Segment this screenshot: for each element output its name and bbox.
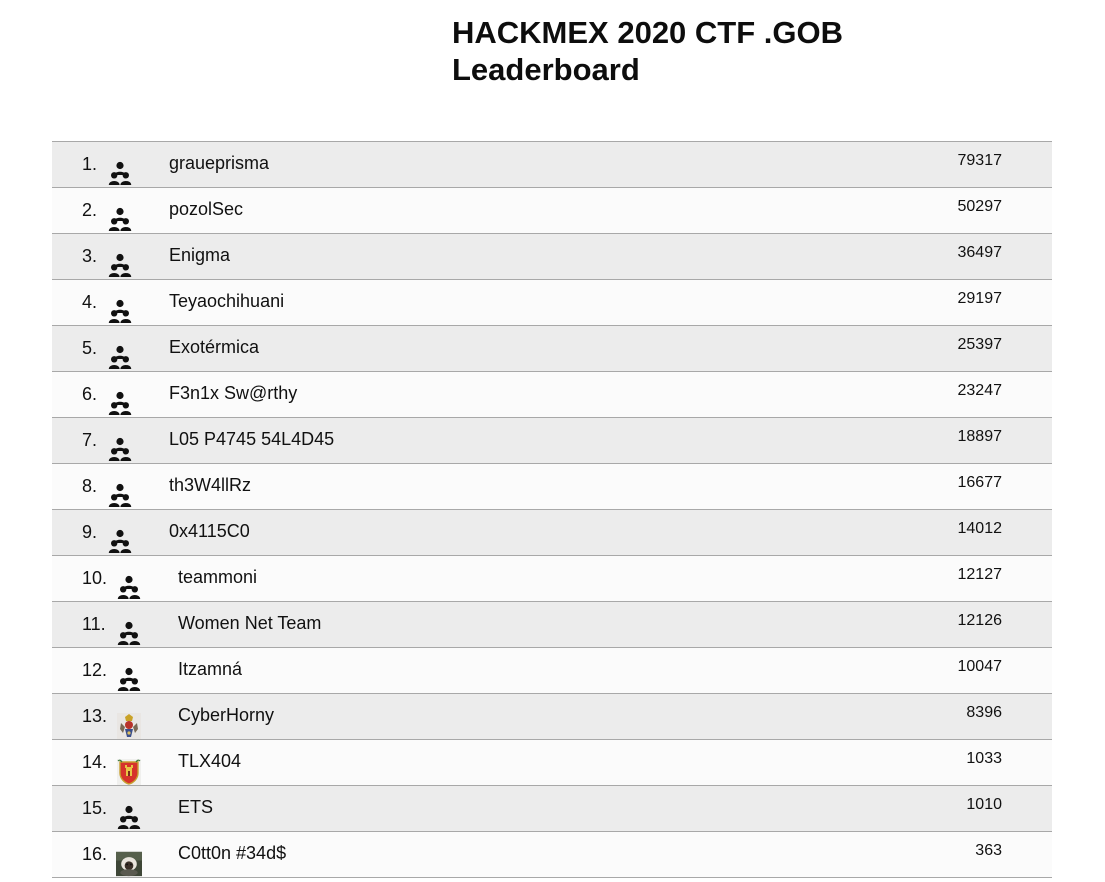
group-icon [107, 391, 133, 417]
team-name[interactable]: Enigma [169, 244, 230, 266]
team-name[interactable]: Itzamná [178, 658, 242, 680]
team-name[interactable]: Women Net Team [178, 612, 321, 634]
team-name[interactable]: CyberHorny [178, 704, 274, 726]
team-score: 23247 [957, 382, 1003, 399]
leaderboard-row: 6. F3n1x Sw@rthy 23247 [52, 372, 1052, 418]
leaderboard-row: 1. graueprisma 79317 [52, 142, 1052, 188]
team-name[interactable]: graueprisma [169, 152, 269, 174]
group-icon [116, 667, 142, 693]
page-title-line-2: Leaderboard [452, 52, 640, 87]
group-icon [116, 575, 142, 601]
leaderboard-row: 3. Enigma 36497 [52, 234, 1052, 280]
leaderboard-row: 10. teammoni 12127 [52, 556, 1052, 602]
team-score: 8396 [966, 704, 1002, 721]
rank-number: 9. [82, 522, 98, 542]
leaderboard-row: 4. Teyaochihuani 29197 [52, 280, 1052, 326]
team-name[interactable]: ETS [178, 796, 213, 818]
team-score: 36497 [957, 244, 1003, 261]
team-score: 16677 [957, 474, 1003, 491]
team-score: 18897 [957, 428, 1003, 445]
rank-number: 16. [82, 844, 108, 864]
rank-number: 2. [82, 200, 98, 220]
leaderboard-row: 14. TLX404 1033 [52, 740, 1052, 786]
rank-number: 6. [82, 384, 98, 404]
team-name[interactable]: Teyaochihuani [169, 290, 284, 312]
rank-number: 5. [82, 338, 98, 358]
crest-image [116, 713, 142, 739]
rank-number: 7. [82, 430, 98, 450]
rank-number: 4. [82, 292, 98, 312]
leaderboard-row: 2. pozolSec 50297 [52, 188, 1052, 234]
group-icon [107, 253, 133, 279]
team-score: 50297 [957, 198, 1003, 215]
team-score: 25397 [957, 336, 1003, 353]
group-icon [107, 437, 133, 463]
rank-number: 13. [82, 706, 108, 726]
team-name[interactable]: F3n1x Sw@rthy [169, 382, 297, 404]
leaderboard-row: 5. Exotérmica 25397 [52, 326, 1052, 372]
leaderboard-row: 12. Itzamná 10047 [52, 648, 1052, 694]
leaderboard-row: 8. th3W4llRz 16677 [52, 464, 1052, 510]
team-name[interactable]: Exotérmica [169, 336, 259, 358]
leaderboard-row: 7. L05 P4745 54L4D45 18897 [52, 418, 1052, 464]
team-name[interactable]: C0tt0n #34d$ [178, 842, 286, 864]
team-name[interactable]: L05 P4745 54L4D45 [169, 428, 334, 450]
team-score: 1033 [966, 750, 1002, 767]
monkey-photo [116, 851, 142, 877]
team-score: 12127 [957, 566, 1003, 583]
team-name[interactable]: TLX404 [178, 750, 241, 772]
team-score: 29197 [957, 290, 1003, 307]
team-score: 363 [975, 842, 1002, 859]
group-icon [107, 345, 133, 371]
leaderboard-page: HACKMEX 2020 CTF .GOB Leaderboard 1. grau… [0, 0, 1105, 882]
group-icon [107, 299, 133, 325]
rank-number: 1. [82, 154, 98, 174]
group-icon [107, 161, 133, 187]
page-title: HACKMEX 2020 CTF .GOB Leaderboard [452, 14, 1052, 88]
leaderboard-row: 9. 0x4115C0 14012 [52, 510, 1052, 556]
group-icon [116, 621, 142, 647]
rank-number: 12. [82, 660, 108, 680]
team-name[interactable]: pozolSec [169, 198, 243, 220]
leaderboard-table: 1. graueprisma 79317 2. pozolSec 50297 3. Enigm… [52, 141, 1052, 878]
team-name[interactable]: teammoni [178, 566, 257, 588]
leaderboard-row: 16. C0tt0n #34d$ 363 [52, 832, 1052, 878]
page-title-line-1: HACKMEX 2020 CTF .GOB [452, 15, 844, 50]
leaderboard-row: 13. CyberHorny 8396 [52, 694, 1052, 740]
team-name[interactable]: 0x4115C0 [169, 520, 250, 542]
group-icon [107, 483, 133, 509]
rank-number: 14. [82, 752, 108, 772]
team-name[interactable]: th3W4llRz [169, 474, 251, 496]
team-score: 14012 [957, 520, 1003, 537]
rank-number: 10. [82, 568, 108, 588]
group-icon [116, 805, 142, 831]
shield-crest-image [116, 759, 142, 785]
team-score: 79317 [957, 152, 1003, 169]
rank-number: 15. [82, 798, 108, 818]
leaderboard-row: 11. Women Net Team 12126 [52, 602, 1052, 648]
team-score: 12126 [957, 612, 1003, 629]
rank-number: 11. [82, 614, 106, 634]
rank-number: 8. [82, 476, 98, 496]
group-icon [107, 207, 133, 233]
team-score: 10047 [957, 658, 1003, 675]
leaderboard-row: 15. ETS 1010 [52, 786, 1052, 832]
team-score: 1010 [966, 796, 1002, 813]
group-icon [107, 529, 133, 555]
rank-number: 3. [82, 246, 98, 266]
